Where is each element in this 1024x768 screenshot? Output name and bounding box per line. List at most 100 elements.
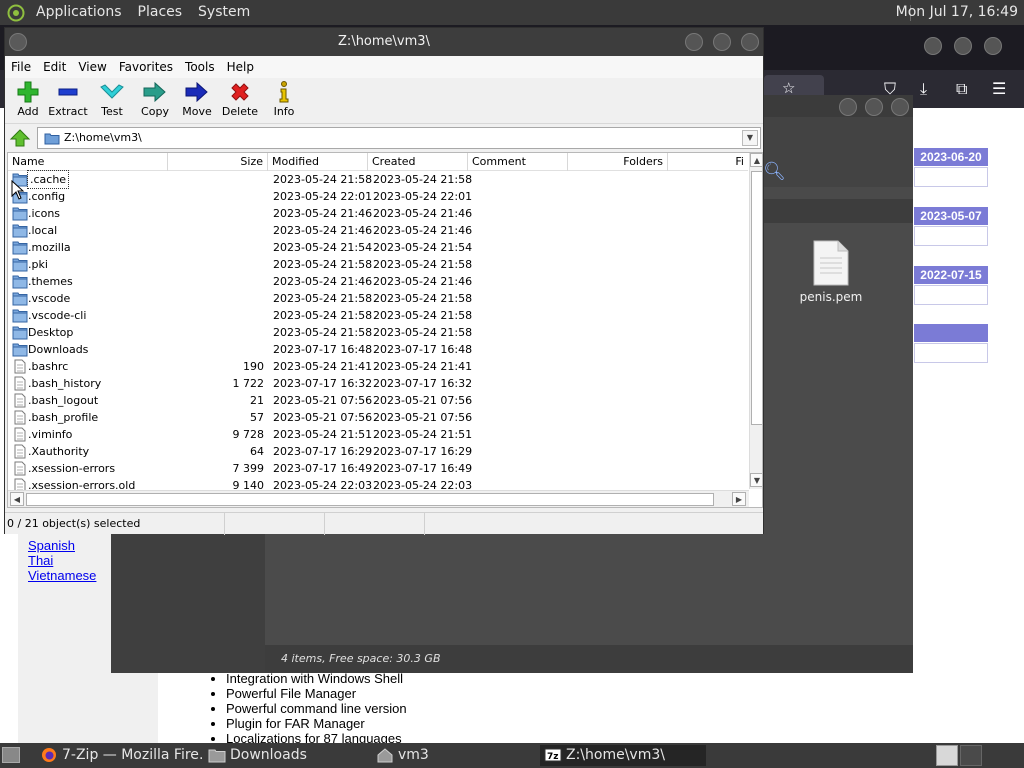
extensions-icon[interactable]: ⧉ — [956, 79, 967, 99]
menu-help[interactable]: Help — [221, 60, 260, 74]
path-combobox[interactable]: Z:\home\vm3\ ▼ — [37, 127, 761, 149]
maximize-button[interactable] — [954, 37, 972, 55]
maximize-button[interactable] — [713, 33, 731, 51]
scroll-thumb[interactable] — [26, 493, 714, 506]
close-button[interactable] — [984, 37, 1002, 55]
document-icon[interactable] — [811, 240, 851, 286]
task-downloads[interactable]: Downloads — [204, 745, 368, 766]
file-name: .config — [28, 190, 66, 203]
workspace-1-switcher[interactable] — [936, 745, 958, 766]
column-folders[interactable]: Folders — [568, 153, 668, 171]
file-created: 2023-07-17 16:32 — [373, 377, 473, 390]
hamburger-menu-icon[interactable]: ☰ — [992, 79, 1006, 98]
folder-row[interactable]: .pki 2023-05-24 21:58 2023-05-24 21:58 — [8, 256, 748, 273]
folder-row[interactable]: .vscode 2023-05-24 21:58 2023-05-24 21:58 — [8, 290, 748, 307]
news-date: 2023-05-07 — [914, 207, 988, 225]
file-name: .xsession-errors — [28, 462, 116, 475]
folder-row[interactable]: .config 2023-05-24 22:01 2023-05-24 22:01 — [8, 188, 748, 205]
show-desktop-icon[interactable] — [2, 747, 20, 763]
minimize-button[interactable] — [839, 98, 857, 116]
delete-button[interactable]: Delete — [217, 80, 263, 122]
7zip-titlebar[interactable]: Z:\home\vm3\ — [5, 28, 763, 56]
task-vm3[interactable]: vm3 — [372, 745, 536, 766]
path-text: Z:\home\vm3\ — [64, 131, 142, 144]
file-row[interactable]: .bashrc 190 2023-05-24 21:41 2023-05-24 21:… — [8, 358, 748, 375]
folder-row[interactable]: Desktop 2023-05-24 21:58 2023-05-24 21:58 — [8, 324, 748, 341]
folder-row[interactable]: .mozilla 2023-05-24 21:54 2023-05-24 21:54 — [8, 239, 748, 256]
workspace-2-switcher[interactable] — [960, 745, 982, 766]
file-label[interactable]: penis.pem — [781, 290, 881, 304]
minimize-button[interactable] — [685, 33, 703, 51]
folder-row[interactable]: .cache 2023-05-24 21:58 2023-05-24 21:58 — [8, 170, 748, 189]
folder-row[interactable]: .local 2023-05-24 21:46 2023-05-24 21:46 — [8, 222, 748, 239]
file-list-header: Name Size Modified Created Comment Folde… — [8, 153, 748, 171]
file-created: 2023-07-17 16:49 — [373, 462, 473, 475]
extract-button[interactable]: Extract — [45, 80, 91, 122]
language-link-thai[interactable]: Thai — [28, 553, 53, 568]
folder-row[interactable]: Downloads 2023-07-17 16:48 2023-07-17 16:4… — [8, 341, 748, 358]
file-name: .Xauthority — [28, 445, 90, 458]
file-modified: 2023-05-24 21:58 — [273, 309, 373, 322]
file-row[interactable]: .xsession-errors 7 399 2023-07-17 16:49 202… — [8, 460, 748, 477]
distro-logo-icon[interactable] — [6, 4, 26, 22]
file-modified: 2023-05-24 21:58 — [273, 173, 373, 186]
folder-row[interactable]: .vscode-cli 2023-05-24 21:58 2023-05-24 21… — [8, 307, 748, 324]
file-row[interactable]: .bash_profile 57 2023-05-21 07:56 2023-05-2… — [8, 409, 748, 426]
info-button[interactable]: Info — [261, 80, 307, 122]
test-label: Test — [101, 105, 123, 118]
menu-view[interactable]: View — [72, 60, 112, 74]
folder-row[interactable]: .icons 2023-05-24 21:46 2023-05-24 21:46 — [8, 205, 748, 222]
menu-favorites[interactable]: Favorites — [113, 60, 179, 74]
column-name[interactable]: Name — [8, 153, 168, 171]
scroll-down-icon[interactable]: ▼ — [750, 473, 762, 487]
up-folder-icon[interactable] — [9, 128, 31, 148]
chevron-down-icon[interactable]: ▼ — [742, 130, 758, 146]
scroll-up-icon[interactable]: ▲ — [750, 153, 762, 167]
language-link-spanish[interactable]: Spanish — [28, 538, 75, 553]
task-7zip[interactable]: 7z Z:\home\vm3\ — [540, 745, 706, 766]
file-row[interactable]: .Xauthority 64 2023-07-17 16:29 2023-07-17 … — [8, 443, 748, 460]
column-created[interactable]: Created — [368, 153, 468, 171]
menu-tools[interactable]: Tools — [179, 60, 221, 74]
clock[interactable]: Mon Jul 17, 16:49 — [896, 0, 1018, 25]
system-menu[interactable]: System — [190, 0, 258, 25]
scroll-left-icon[interactable]: ◀ — [10, 492, 24, 506]
menu-edit[interactable]: Edit — [37, 60, 72, 74]
maximize-button[interactable] — [865, 98, 883, 116]
column-comment[interactable]: Comment — [468, 153, 568, 171]
file-row[interactable]: .bash_logout 21 2023-05-21 07:56 2023-05-21… — [8, 392, 748, 409]
close-button[interactable] — [741, 33, 759, 51]
scroll-thumb[interactable] — [751, 171, 762, 425]
move-label: Move — [182, 105, 212, 118]
minimize-button[interactable] — [924, 37, 942, 55]
scroll-right-icon[interactable]: ▶ — [732, 492, 746, 506]
language-link-vietnamese[interactable]: Vietnamese — [28, 568, 96, 583]
task-firefox[interactable]: 7-Zip — Mozilla Fire… — [36, 745, 204, 766]
applications-menu[interactable]: Applications — [28, 0, 130, 25]
news-date: 2023-06-20 — [914, 148, 988, 166]
close-button[interactable] — [891, 98, 909, 116]
downloads-icon[interactable]: ⤓ — [920, 79, 927, 99]
window-menu-button[interactable] — [9, 33, 27, 51]
file-list[interactable]: Name Size Modified Created Comment Folde… — [7, 152, 763, 508]
news-body — [914, 226, 988, 246]
file-modified: 2023-07-17 16:32 — [273, 377, 373, 390]
file-icon — [14, 376, 26, 391]
menu-file[interactable]: File — [5, 60, 37, 74]
move-button[interactable]: Move — [174, 80, 220, 122]
feature-item: Plugin for FAR Manager — [226, 716, 407, 731]
column-size[interactable]: Size — [168, 153, 268, 171]
vertical-scrollbar[interactable]: ▲ ▼ — [749, 153, 762, 489]
test-button[interactable]: Test — [89, 80, 135, 122]
folder-icon — [12, 258, 28, 272]
copy-button[interactable]: Copy — [132, 80, 178, 122]
places-menu[interactable]: Places — [130, 0, 191, 25]
folder-row[interactable]: .themes 2023-05-24 21:46 2023-05-24 21:46 — [8, 273, 748, 290]
file-row[interactable]: .viminfo 9 728 2023-05-24 21:51 2023-05-24 … — [8, 426, 748, 443]
column-modified[interactable]: Modified — [268, 153, 368, 171]
file-row[interactable]: .bash_history 1 722 2023-07-17 16:32 2023-0… — [8, 375, 748, 392]
horizontal-scrollbar[interactable]: ◀ ▶ — [8, 490, 749, 507]
search-icon[interactable]: 🔍︎ — [763, 161, 786, 182]
column-files[interactable]: Fi — [668, 153, 748, 171]
news-date: 2022-07-15 — [914, 266, 988, 284]
